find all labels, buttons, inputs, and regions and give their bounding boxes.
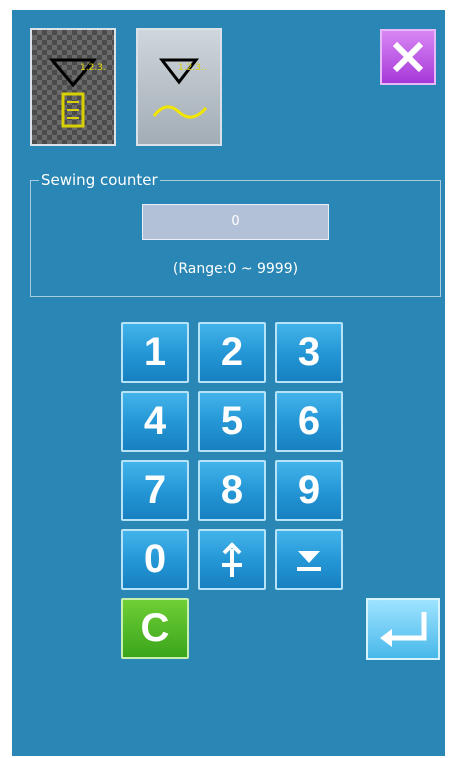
key-1[interactable]: 1 <box>121 322 189 383</box>
key-5[interactable]: 5 <box>198 391 266 452</box>
sewing-counter-mode-icon: 1.2.3. <box>48 58 106 128</box>
clear-button[interactable]: C <box>121 598 189 659</box>
sewing-counter-panel: Sewing counter 0 (Range:0 ~ 9999) <box>30 171 441 297</box>
mode-label-1: 1.2.3. <box>80 63 106 73</box>
key-6[interactable]: 6 <box>275 391 343 452</box>
close-icon <box>392 41 424 73</box>
panel-title: Sewing counter <box>39 171 160 189</box>
key-8[interactable]: 8 <box>198 460 266 521</box>
enter-button[interactable] <box>366 598 440 660</box>
down-bar-icon <box>297 551 321 571</box>
mode-label-2: 1.2.3.. <box>178 63 207 73</box>
key-2[interactable]: 2 <box>198 322 266 383</box>
range-hint: (Range:0 ~ 9999) <box>172 261 299 277</box>
thread-counter-mode-button[interactable]: 1.2.3.. <box>136 28 222 146</box>
up-plus-icon <box>222 542 242 577</box>
enter-icon <box>380 612 427 647</box>
counter-screen: 1.2.3. 1.2.3.. Sewing counter 0 (Range:0… <box>12 10 445 756</box>
key-0[interactable]: 0 <box>121 529 189 590</box>
sewing-counter-mode-button[interactable]: 1.2.3. <box>30 28 116 146</box>
key-3[interactable]: 3 <box>275 322 343 383</box>
key-7[interactable]: 7 <box>121 460 189 521</box>
key-9[interactable]: 9 <box>275 460 343 521</box>
key-4[interactable]: 4 <box>121 391 189 452</box>
decrement-button[interactable] <box>275 529 343 590</box>
increment-button[interactable] <box>198 529 266 590</box>
thread-counter-mode-icon: 1.2.3.. <box>152 58 208 119</box>
close-button[interactable] <box>380 29 436 85</box>
counter-value-field[interactable]: 0 <box>142 204 329 240</box>
